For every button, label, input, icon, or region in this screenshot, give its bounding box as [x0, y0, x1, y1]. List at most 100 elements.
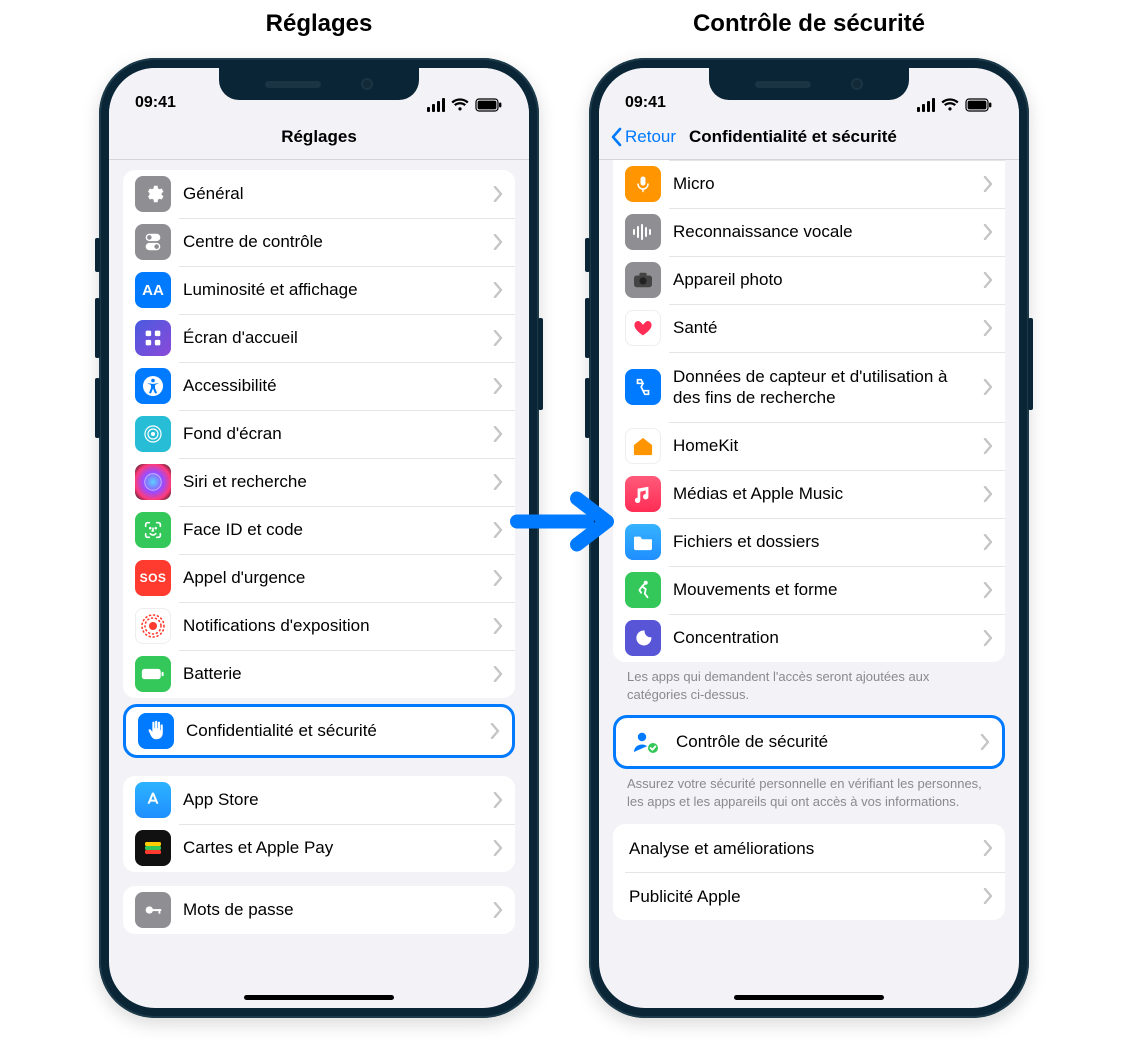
chevron-right-icon	[493, 792, 503, 808]
camera-icon	[625, 262, 661, 298]
settings-row-siri[interactable]: Siri et recherche	[123, 458, 515, 506]
settings-row-battery[interactable]: Batterie	[123, 650, 515, 698]
row-label: Analyse et améliorations	[629, 838, 983, 859]
settings-group-store: App Store Cartes et Apple Pay	[123, 776, 515, 872]
transition-arrow-icon	[509, 487, 619, 562]
settings-row-general[interactable]: Général	[123, 170, 515, 218]
settings-row-sos[interactable]: SOS Appel d'urgence	[123, 554, 515, 602]
row-label: Médias et Apple Music	[673, 483, 983, 504]
settings-content[interactable]: Général Centre de contrôle	[109, 160, 529, 1008]
row-label: Publicité Apple	[629, 886, 983, 907]
mic-icon	[625, 166, 661, 202]
hand-icon	[138, 713, 174, 749]
chevron-right-icon	[493, 618, 503, 634]
chevron-right-icon	[493, 186, 503, 202]
privacy-row-media[interactable]: Médias et Apple Music	[613, 470, 1005, 518]
phone-right: 09:41 Retour	[589, 58, 1029, 1018]
accessibility-icon	[135, 368, 171, 404]
privacy-row-safety[interactable]: Contrôle de sécurité	[616, 718, 1002, 766]
row-label: Luminosité et affichage	[183, 279, 493, 300]
row-label: App Store	[183, 789, 493, 810]
privacy-content[interactable]: Micro Reconnaissance vocale	[599, 160, 1019, 1008]
row-label: Contrôle de sécurité	[676, 731, 980, 752]
chevron-right-icon	[983, 534, 993, 550]
appstore-icon	[135, 782, 171, 818]
settings-row-control-center[interactable]: Centre de contrôle	[123, 218, 515, 266]
chevron-right-icon	[490, 723, 500, 739]
settings-row-wallpaper[interactable]: Fond d'écran	[123, 410, 515, 458]
settings-row-home-screen[interactable]: Écran d'accueil	[123, 314, 515, 362]
row-label: Écran d'accueil	[183, 327, 493, 348]
row-label: Mouvements et forme	[673, 579, 983, 600]
privacy-row-files[interactable]: Fichiers et dossiers	[613, 518, 1005, 566]
privacy-group-analytics: Analyse et améliorations Publicité Apple	[613, 824, 1005, 920]
privacy-row-speech[interactable]: Reconnaissance vocale	[613, 208, 1005, 256]
privacy-row-research[interactable]: Données de capteur et d'utilisation à de…	[613, 352, 1005, 422]
settings-row-accessibility[interactable]: Accessibilité	[123, 362, 515, 410]
speech-icon	[625, 214, 661, 250]
privacy-row-health[interactable]: Santé	[613, 304, 1005, 352]
status-time: 09:41	[625, 94, 666, 112]
settings-group-main: Général Centre de contrôle	[123, 170, 515, 698]
chevron-right-icon	[493, 522, 503, 538]
chevron-right-icon	[983, 379, 993, 395]
page-label-right: Contrôle de sécurité	[693, 10, 925, 38]
row-label: Notifications d'exposition	[183, 615, 493, 636]
privacy-row-safety-highlight[interactable]: Contrôle de sécurité	[613, 715, 1005, 769]
privacy-row-camera[interactable]: Appareil photo	[613, 256, 1005, 304]
left-column: Réglages 09:41	[99, 10, 539, 1018]
privacy-row-advertising[interactable]: Publicité Apple	[613, 872, 1005, 920]
chevron-right-icon	[983, 320, 993, 336]
battery-settings-icon	[135, 656, 171, 692]
home-indicator[interactable]	[244, 995, 394, 1000]
nav-title: Réglages	[109, 127, 529, 147]
row-label: Mots de passe	[183, 899, 493, 920]
row-label: Siri et recherche	[183, 471, 493, 492]
home-grid-icon	[135, 320, 171, 356]
settings-row-display[interactable]: AA Luminosité et affichage	[123, 266, 515, 314]
privacy-row-motion[interactable]: Mouvements et forme	[613, 566, 1005, 614]
phone-left: 09:41 Réglages	[99, 58, 539, 1018]
chevron-right-icon	[493, 474, 503, 490]
key-icon	[135, 892, 171, 928]
settings-row-appstore[interactable]: App Store	[123, 776, 515, 824]
signal-icon	[917, 98, 935, 112]
back-button[interactable]: Retour	[609, 127, 676, 147]
row-label: Cartes et Apple Pay	[183, 837, 493, 858]
row-label: Centre de contrôle	[183, 231, 493, 252]
settings-row-wallet[interactable]: Cartes et Apple Pay	[123, 824, 515, 872]
settings-row-exposure[interactable]: Notifications d'exposition	[123, 602, 515, 650]
music-icon	[625, 476, 661, 512]
chevron-right-icon	[980, 734, 990, 750]
row-label: Reconnaissance vocale	[673, 221, 983, 242]
folder-icon	[625, 524, 661, 560]
wallet-icon	[135, 830, 171, 866]
chevron-right-icon	[983, 888, 993, 904]
exposure-icon	[135, 608, 171, 644]
row-label: Appel d'urgence	[183, 567, 493, 588]
row-label: HomeKit	[673, 435, 983, 456]
privacy-row-homekit[interactable]: HomeKit	[613, 422, 1005, 470]
settings-row-passwords[interactable]: Mots de passe	[123, 886, 515, 934]
chevron-right-icon	[983, 630, 993, 646]
privacy-group-main: Micro Reconnaissance vocale	[613, 160, 1005, 662]
chevron-right-icon	[983, 486, 993, 502]
privacy-row-microphone[interactable]: Micro	[613, 160, 1005, 208]
home-indicator[interactable]	[734, 995, 884, 1000]
row-label: Données de capteur et d'utilisation à de…	[673, 366, 983, 409]
row-label: Fond d'écran	[183, 423, 493, 444]
privacy-row-focus[interactable]: Concentration	[613, 614, 1005, 662]
settings-row-faceid[interactable]: Face ID et code	[123, 506, 515, 554]
settings-group-passwords: Mots de passe	[123, 886, 515, 934]
privacy-row-analytics[interactable]: Analyse et améliorations	[613, 824, 1005, 872]
settings-row-privacy-highlight[interactable]: Confidentialité et sécurité	[123, 704, 515, 758]
chevron-right-icon	[493, 378, 503, 394]
phone-notch	[709, 68, 909, 100]
settings-row-privacy[interactable]: Confidentialité et sécurité	[126, 707, 512, 755]
chevron-right-icon	[493, 840, 503, 856]
status-time: 09:41	[135, 94, 176, 112]
health-icon	[625, 310, 661, 346]
chevron-right-icon	[493, 234, 503, 250]
page-label-left: Réglages	[266, 10, 373, 38]
privacy-footnote-1: Les apps qui demandent l'accès seront aj…	[613, 662, 1005, 703]
